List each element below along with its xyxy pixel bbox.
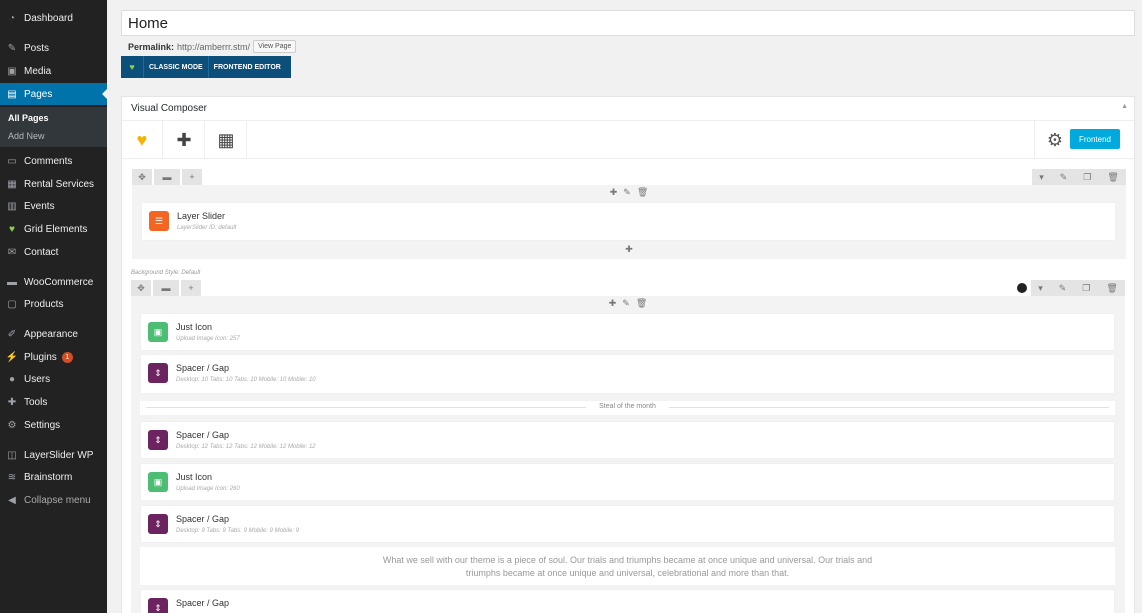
wrench-icon: ✚ xyxy=(7,396,17,408)
sidebar-item-media[interactable]: ▣ Media xyxy=(0,60,107,82)
sidebar-item-products[interactable]: ▢ Products xyxy=(0,293,107,315)
sidebar-item-plugins[interactable]: ⚡ Plugins 1 xyxy=(0,346,107,368)
brainstorm-icon: ≋ xyxy=(7,471,17,483)
just-icon-icon: ▣ xyxy=(148,472,168,492)
woo-icon: ▬ xyxy=(7,276,17,288)
permalink-url[interactable]: http://amberrr.stm/ xyxy=(177,42,250,52)
row-2-controls: ✥ ▬ + ▾ ✎ ❐ 🗑 xyxy=(131,280,1125,296)
just-icon-element[interactable]: ▣ Just Icon Upload Image Icon: 257 xyxy=(140,313,1115,351)
sidebar-item-layerslider[interactable]: ◫ LayerSlider WP xyxy=(0,444,107,466)
sidebar-item-contact[interactable]: ✉ Contact xyxy=(0,241,107,263)
text-block-element[interactable]: What we sell with our theme is a piece o… xyxy=(140,547,1115,585)
sidebar-item-grid-elements[interactable]: ♥ Grid Elements xyxy=(0,218,107,240)
frontend-editor-button[interactable]: FRONTEND EDITOR xyxy=(207,56,286,78)
plugins-update-badge: 1 xyxy=(61,351,73,363)
sidebar-item-posts[interactable]: ✎ Posts xyxy=(0,37,107,59)
row-2-viewport: ✥ ▬ + ▾ ✎ ❐ 🗑 ✚ ✎ 🗑 ▣ Just Icon Upload I… xyxy=(121,96,1135,613)
row-layout-button[interactable]: ▬ xyxy=(153,280,179,296)
sidebar-item-woocommerce[interactable]: ▬ WooCommerce xyxy=(0,271,107,293)
row-color-dot[interactable] xyxy=(1015,280,1029,296)
spacer-icon: ⇕ xyxy=(148,514,168,534)
spacer-icon: ⇕ xyxy=(148,430,168,450)
sidebar-item-settings[interactable]: ⚙ Settings xyxy=(0,414,107,436)
spacer-icon: ⇕ xyxy=(148,363,168,383)
pages-icon: ▤ xyxy=(7,88,17,100)
spacer-gap-element[interactable]: ⇕ Spacer / Gap xyxy=(140,589,1115,613)
plugin-icon: ⚡ xyxy=(5,351,19,363)
sidebar-item-brainstorm[interactable]: ≋ Brainstorm xyxy=(0,466,107,488)
sidebar-item-tools[interactable]: ✚ Tools xyxy=(0,391,107,413)
spacer-gap-element[interactable]: ⇕ Spacer / Gap Desktop: 12 Tabs: 12 Tabs… xyxy=(140,421,1115,459)
sidebar-item-events[interactable]: ▥ Events xyxy=(0,195,107,217)
sidebar-item-comments[interactable]: ▭ Comments xyxy=(0,150,107,172)
media-icon: ▣ xyxy=(7,65,17,77)
move-icon: ✥ xyxy=(137,282,145,293)
edit-icon[interactable]: ✎ xyxy=(622,298,630,309)
mail-icon: ✉ xyxy=(7,246,17,258)
spacer-icon: ⇕ xyxy=(148,598,168,613)
just-icon-element[interactable]: ▣ Just Icon Upload Image Icon: 260 xyxy=(140,463,1115,501)
submenu-add-new[interactable]: Add New xyxy=(8,131,45,141)
color-dot-icon xyxy=(1017,283,1027,293)
permalink: Permalink: http://amberrr.stm/ View Page xyxy=(128,40,297,53)
delete-icon[interactable]: 🗑 xyxy=(1106,283,1117,294)
view-page-button[interactable]: View Page xyxy=(253,40,297,53)
collapse-menu-button[interactable]: ◀ Collapse menu xyxy=(0,489,107,511)
separator-element[interactable]: Steal of the month xyxy=(140,401,1115,415)
sidebar-item-appearance[interactable]: ✐ Appearance xyxy=(0,323,107,345)
spacer-gap-element[interactable]: ⇕ Spacer / Gap Desktop: 10 Tabs: 10 Tabs… xyxy=(140,354,1115,394)
page-title-input[interactable]: Home xyxy=(121,10,1135,36)
edit-icon[interactable]: ✎ xyxy=(1059,283,1067,294)
sidebar-item-dashboard[interactable]: ◔ Dashboard xyxy=(0,7,107,29)
row-move-handle[interactable]: ✥ xyxy=(131,280,151,296)
composer-mode-bar: ♥ CLASSIC MODE FRONTEND EDITOR xyxy=(121,56,291,78)
spacer-gap-element[interactable]: ⇕ Spacer / Gap Desktop: 9 Tabs: 9 Tabs: … xyxy=(140,505,1115,543)
dashboard-icon: ◔ xyxy=(8,12,16,24)
brush-icon: ✐ xyxy=(7,328,17,340)
plus-icon: + xyxy=(188,283,194,293)
settings-icon: ⚙ xyxy=(7,419,17,431)
submenu-all-pages[interactable]: All Pages xyxy=(8,113,49,123)
comment-icon: ▭ xyxy=(7,155,17,167)
clone-icon[interactable]: ❐ xyxy=(1082,283,1090,294)
sidebar-item-rental-services[interactable]: ▦ Rental Services xyxy=(0,173,107,195)
chevron-down-icon[interactable]: ▾ xyxy=(1038,283,1043,294)
layerslider-icon: ◫ xyxy=(7,449,17,461)
layout-icon: ▬ xyxy=(161,283,171,293)
calendar-icon: ▥ xyxy=(7,200,17,212)
pages-submenu: All Pages Add New xyxy=(0,107,107,147)
row-actions: ▾ ✎ ❐ 🗑 xyxy=(1031,280,1125,296)
pin-icon: ✎ xyxy=(7,42,17,54)
admin-sidebar: ◔ Dashboard ✎ Posts ▣ Media ▤ Pages All Page… xyxy=(0,0,107,613)
delete-icon[interactable]: 🗑 xyxy=(636,298,647,309)
column-actions: ✚ ✎ 🗑 xyxy=(131,298,1125,309)
grid-icon: ♥ xyxy=(9,223,15,235)
just-icon-icon: ▣ xyxy=(148,322,168,342)
sidebar-item-pages[interactable]: ▤ Pages xyxy=(0,83,107,105)
plus-icon[interactable]: ✚ xyxy=(609,298,617,309)
row-add-column-button[interactable]: + xyxy=(181,280,201,296)
row-2: ✚ ✎ 🗑 ▣ Just Icon Upload Image Icon: 257… xyxy=(131,296,1125,613)
products-icon: ▢ xyxy=(7,298,17,310)
user-icon: ● xyxy=(8,373,16,385)
rental-icon: ▦ xyxy=(7,178,17,190)
classic-mode-button[interactable]: CLASSIC MODE xyxy=(143,56,208,78)
sidebar-item-users[interactable]: ● Users xyxy=(0,368,107,390)
collapse-icon: ◀ xyxy=(8,494,16,506)
vc-logo-icon: ♥ xyxy=(129,62,135,72)
